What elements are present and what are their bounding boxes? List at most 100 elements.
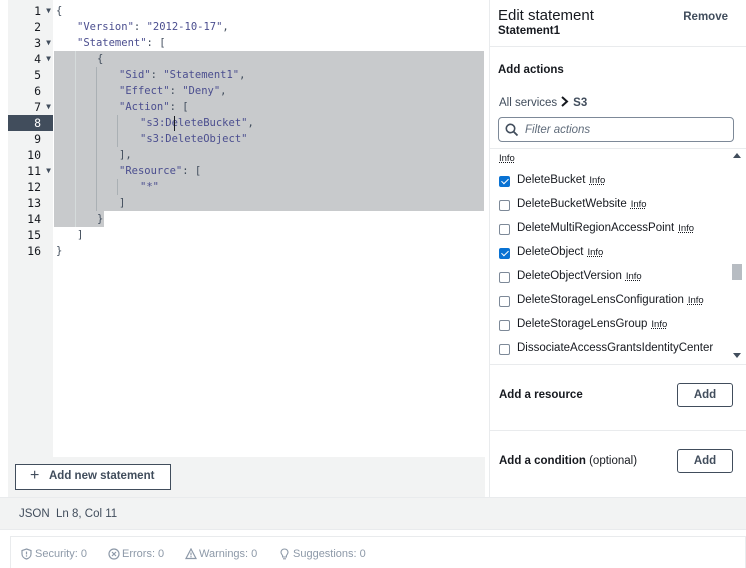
action-name: DeleteObjectVersion [517, 270, 622, 282]
lightbulb-icon [280, 548, 289, 560]
code-line-9: "s3:DeleteObject" [140, 133, 248, 145]
action-checkbox[interactable] [499, 320, 510, 331]
line-number: 16 [8, 243, 53, 259]
language-mode: JSON [19, 508, 50, 520]
divider [490, 46, 746, 47]
action-name: DeleteMultiRegionAccessPoint [517, 222, 675, 234]
fold-arrow-icon[interactable]: ▼ [46, 163, 51, 179]
code-line-4: { [97, 53, 104, 65]
edit-statement-panel: Edit statement Statement1 Remove Add act… [489, 0, 746, 497]
indent-guide [75, 51, 76, 227]
code-line-13: ] [119, 197, 126, 209]
action-label: DeleteMultiRegionAccessPoint Info [517, 222, 694, 234]
action-label: DeleteBucket Info [517, 174, 605, 186]
info-link[interactable]: Info [499, 153, 515, 164]
line-number-text: 10 [27, 148, 41, 162]
action-checkbox[interactable] [499, 200, 510, 211]
action-name: DissociateAccessGrantsIdentityCenter [517, 342, 714, 354]
line-number: 10 [8, 147, 53, 163]
action-label: DeleteObjectVersion Info [517, 270, 642, 282]
info-link[interactable]: Info [678, 223, 694, 234]
action-checkbox[interactable] [499, 344, 510, 355]
actions-list[interactable]: Info DeleteBucket Info DeleteBucketWebsite… [490, 148, 746, 362]
line-number-text: 7 [34, 100, 41, 114]
add-resource-label: Add a resource [499, 389, 583, 401]
diagnostics-bar: Security: 0 Errors: 0 Warnings: 0 Sugges… [0, 530, 746, 568]
json-editor[interactable]: { "Version": "2012-10-17", "Statement": … [0, 0, 486, 457]
line-number: 5 [8, 67, 53, 83]
chevron-right-icon [561, 96, 569, 107]
info-link[interactable]: Info [626, 271, 642, 282]
code-line-2: "Version": "2012-10-17", [77, 21, 229, 33]
code-line-3: "Statement": [ [77, 37, 166, 49]
action-checkbox[interactable] [499, 272, 510, 283]
service-breadcrumb: All services S3 [499, 96, 587, 109]
code-line-16: } [56, 245, 63, 257]
line-number: 7 ▼ [8, 99, 53, 115]
code-line-14: } [97, 213, 104, 225]
add-condition-button[interactable]: Add [677, 449, 733, 473]
scrollbar-thumb[interactable] [732, 264, 742, 280]
code-line-10: ], [119, 149, 132, 161]
line-number-text: 4 [34, 52, 41, 66]
actions-scrollbar[interactable] [732, 148, 742, 362]
line-number-text: 11 [27, 164, 41, 178]
error-icon [108, 548, 120, 560]
code-line-15: ] [77, 229, 84, 241]
add-new-statement-button[interactable]: + Add new statement [15, 464, 171, 490]
line-number: 11 ▼ [8, 163, 53, 179]
line-number-text: 2 [34, 20, 41, 34]
fold-arrow-icon[interactable]: ▼ [46, 51, 51, 67]
filter-actions-search[interactable] [498, 117, 734, 142]
line-number-text: 13 [27, 196, 41, 210]
scroll-down-arrow-icon[interactable] [733, 353, 741, 358]
code-line-6: "Effect": "Deny", [119, 85, 227, 97]
info-link[interactable]: Info [589, 175, 605, 186]
add-actions-heading: Add actions [498, 64, 564, 76]
action-checkbox[interactable] [499, 224, 510, 235]
remove-statement-button[interactable]: Remove [683, 11, 728, 23]
action-label: DeleteStorageLensGroup Info [517, 318, 667, 330]
add-condition-label: Add a condition (optional) [499, 455, 638, 467]
fold-arrow-icon[interactable]: ▼ [46, 3, 51, 19]
code-line-1: { [56, 5, 63, 17]
action-name: DeleteStorageLensConfiguration [517, 294, 684, 306]
action-checkbox[interactable] [499, 248, 510, 259]
line-number: 15 [8, 227, 53, 243]
filter-actions-input[interactable] [523, 121, 723, 138]
action-checkbox[interactable] [499, 176, 510, 187]
line-number: 4 ▼ [8, 51, 53, 67]
fold-arrow-icon[interactable]: ▼ [46, 99, 51, 115]
line-number-text: 12 [27, 180, 41, 194]
action-name: DeleteStorageLensGroup [517, 318, 648, 330]
line-number: 13 [8, 195, 53, 211]
code-line-7: "Action": [ [119, 101, 189, 113]
info-link[interactable]: Info [688, 295, 704, 306]
action-name: DeleteObject [517, 246, 584, 258]
action-name: DeleteBucket [517, 174, 586, 186]
status-bar: JSON Ln 8, Col 11 [0, 497, 746, 530]
line-number-text: 8 [34, 116, 41, 130]
breadcrumb-all-services[interactable]: All services [499, 97, 557, 109]
line-number-text: 6 [34, 84, 41, 98]
fold-arrow-icon[interactable]: ▼ [46, 35, 51, 51]
code-line-8: "s3:DeleteBucket", [140, 117, 254, 129]
scroll-up-arrow-icon[interactable] [733, 153, 741, 158]
line-number: 6 [8, 83, 53, 99]
info-link[interactable]: Info [587, 247, 603, 258]
editor-footer: + Add new statement [8, 457, 485, 497]
action-checkbox[interactable] [499, 296, 510, 307]
info-link[interactable]: Info [651, 319, 667, 330]
divider [490, 364, 746, 365]
action-label: DeleteStorageLensConfiguration Info [517, 294, 704, 306]
shield-icon [21, 548, 32, 560]
action-label: DeleteBucketWebsite Info [517, 198, 647, 210]
action-label: DissociateAccessGrantsIdentityCenter [517, 342, 713, 354]
code-line-5: "Sid": "Statement1", [119, 69, 246, 81]
add-resource-button[interactable]: Add [677, 383, 733, 407]
info-link[interactable]: Info [631, 199, 647, 210]
line-number: 14 [8, 211, 53, 227]
line-number-text: 9 [34, 132, 41, 146]
plus-icon: + [30, 467, 40, 484]
line-number-text: 3 [34, 36, 41, 50]
